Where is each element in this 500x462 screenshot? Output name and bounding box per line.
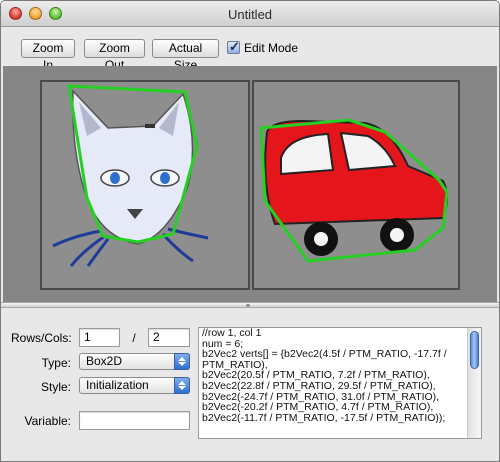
rows-cols-separator: / [132,331,136,345]
style-select[interactable]: Initialization [79,377,190,394]
scrollbar-thumb[interactable] [470,331,479,369]
type-label: Type: [41,356,71,370]
updown-arrows-icon [174,353,190,370]
rows-input[interactable]: 1 [79,328,120,347]
actual-size-button[interactable]: Actual Size [152,39,219,72]
window-title: Untitled [227,7,273,22]
code-vertical-scrollbar[interactable] [467,328,481,438]
style-select-value: Initialization [86,378,149,392]
code-output-textarea[interactable]: //row 1, col 1 num = 6; b2Vec2 verts[] =… [198,327,482,439]
cols-input[interactable]: 2 [148,328,190,347]
sprite-canvas[interactable] [3,66,497,302]
zoom-out-button[interactable]: Zoom Out [84,39,145,72]
export-settings-panel: Rows/Cols: 1 / 2 Type: Box2D Style: Init… [1,308,499,461]
app-window: Untitled Zoom In Zoom Out Actual Size ✓ … [0,0,500,462]
variable-input[interactable] [79,411,190,430]
type-select[interactable]: Box2D [79,353,190,370]
edit-mode-checkbox[interactable]: ✓ [227,39,240,54]
checkmark-icon: ✓ [229,39,240,54]
type-select-value: Box2D [86,354,123,368]
updown-arrows-icon [174,377,190,394]
rows-cols-label: Rows/Cols: [11,331,72,345]
code-output-text[interactable]: //row 1, col 1 num = 6; b2Vec2 verts[] =… [202,328,464,423]
divider-grip-icon [246,304,250,307]
zoom-in-button[interactable]: Zoom In [21,39,75,72]
title-bar[interactable]: Untitled [1,1,499,27]
edit-mode-label[interactable]: Edit Mode [244,41,298,55]
style-label: Style: [40,380,71,394]
toolbar: Zoom In Zoom Out Actual Size ✓ Edit Mode [1,28,499,72]
variable-label: Variable: [24,414,71,428]
